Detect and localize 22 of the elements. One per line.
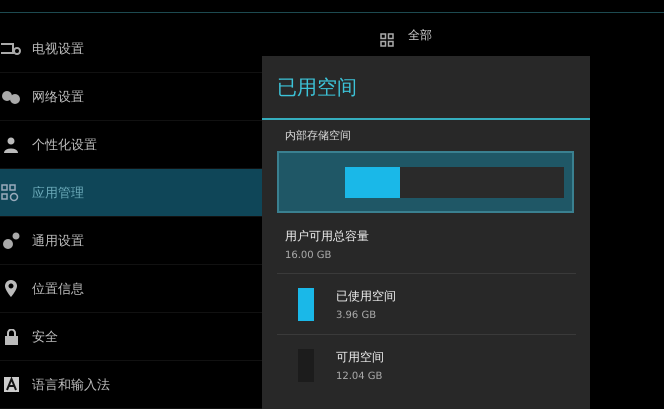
lock-icon [4, 328, 18, 344]
total-capacity-value: 16.00 GB [284, 249, 332, 261]
sidebar-item[interactable]: 语言和输入法 [0, 361, 262, 409]
apps-gear-icon [1, 184, 21, 202]
gears-icon [2, 232, 20, 250]
sidebar-item[interactable]: 应用管理 [0, 169, 262, 217]
sidebar-item[interactable]: 电视设置 [0, 25, 262, 73]
total-capacity-label: 用户可用总容量 [284, 228, 370, 245]
grid-icon [380, 33, 394, 47]
location-pin-icon [5, 280, 17, 297]
filter-label: 全部 [408, 27, 432, 44]
letter-a-key-icon [4, 377, 18, 392]
legend-value: 12.04 GB [336, 370, 384, 382]
legend-label: 可用空间 [336, 348, 384, 366]
sidebar-item[interactable]: 网络设置 [0, 73, 262, 121]
tv-icon [1, 42, 21, 56]
legend-value: 3.96 GB [336, 310, 378, 320]
section-header: 内部存储空间 [284, 128, 352, 144]
person-icon [4, 136, 18, 152]
dialog-title: 已用空间 [276, 74, 358, 101]
legend-label: 已使用空间 [336, 288, 396, 304]
cloud-gear-icon [1, 88, 21, 104]
